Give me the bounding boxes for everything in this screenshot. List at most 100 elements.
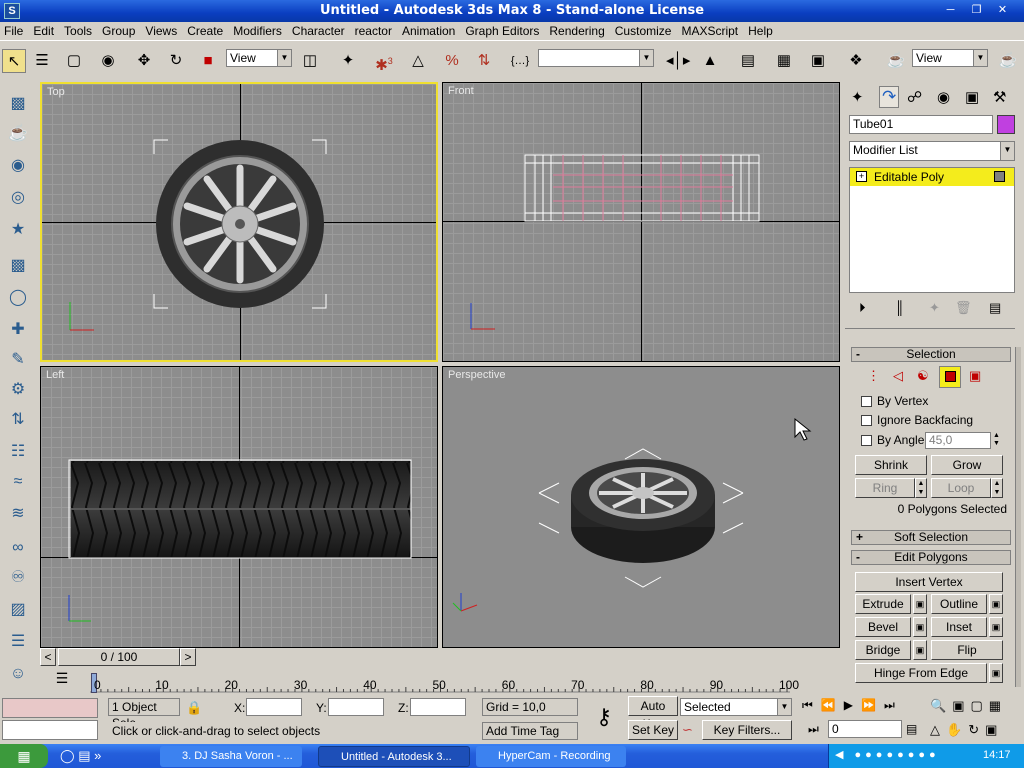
y-coordinate-field[interactable] [328,698,384,716]
edge-icon[interactable]: ◁ [893,368,903,384]
flip-button[interactable]: Flip [931,640,1003,660]
render-type-dropdown[interactable]: View ▼ [912,49,988,67]
key-filters-button[interactable]: Key Filters... [702,720,792,740]
star-icon[interactable]: ★ [6,218,30,242]
polygon-icon[interactable] [939,366,961,388]
window-crossing-icon[interactable]: ◉ [96,49,120,73]
loop-button[interactable]: Loop [931,478,991,498]
zoom-extents-all-icon[interactable]: ▦ [989,698,1007,713]
utilities-tab-icon[interactable]: ⚒ [993,88,1006,106]
x-coordinate-field[interactable] [246,698,302,716]
menu-modifiers[interactable]: Modifiers [233,24,282,38]
task-hypercam[interactable]: HyperCam - Recording [476,746,626,767]
zoom-icon[interactable]: 🔍 [930,698,952,713]
lock-icon[interactable]: 🔒 [186,700,202,716]
zoom-extents-icon[interactable]: ▢ [970,698,988,713]
render-scene-icon[interactable]: ☕ [884,49,908,73]
grow-button[interactable]: Grow [931,455,1003,475]
bevel-button[interactable]: Bevel [855,617,911,637]
sphere-icon[interactable]: ◉ [6,154,30,178]
display-tab-icon[interactable]: ▣ [965,88,979,106]
zoom-all-icon[interactable]: ▣ [952,698,970,713]
shrink-button[interactable]: Shrink [855,455,927,475]
viewport-left[interactable]: Left [40,366,438,648]
extrude-settings-icon[interactable]: ▣ [913,594,927,614]
bridge-settings-icon[interactable]: ▣ [913,640,927,660]
biped-icon[interactable]: ♾ [6,566,30,590]
command-panel-scrollbar[interactable] [1015,347,1021,687]
viewport-top[interactable]: Top [40,82,438,362]
by-angle-field[interactable]: 45,0 [925,432,991,449]
extrude-button[interactable]: Extrude [855,594,911,614]
physique-icon[interactable]: ▨ [6,598,30,622]
edit-named-selection-icon[interactable]: {…} [508,49,532,73]
show-end-result-icon[interactable]: ║ [895,300,904,315]
key-mode-toggle-icon[interactable]: ⏭ [808,722,819,737]
skin-icon[interactable]: ☰ [6,630,30,654]
layer-manager-icon[interactable]: ▤ [736,49,760,73]
menu-reactor[interactable]: reactor [355,24,392,38]
select-by-name-icon[interactable]: ☰ [30,49,54,73]
modifier-list-dropdown[interactable]: Modifier List ▼ [849,141,1015,161]
tray-icons[interactable]: ◀ ●●●●●●●● [835,748,940,761]
menu-group[interactable]: Group [102,24,135,38]
align-icon[interactable]: ▲ [698,49,722,73]
close-button[interactable]: ✕ [992,2,1013,20]
curve-editor-icon[interactable]: ▦ [772,49,796,73]
select-manipulate-icon[interactable]: ✦ [336,49,360,73]
time-config-icon[interactable]: ▤ [906,722,917,736]
select-object-icon[interactable]: ↖ [2,49,26,73]
pin-stack-icon[interactable]: ⏵ [859,300,866,316]
viewport-nav-controls-2[interactable]: △✋↻▣ [930,722,1003,738]
wave-icon[interactable]: ≋ [6,502,30,526]
soft-selection-rollout-header[interactable]: + Soft Selection [851,530,1011,545]
insert-vertex-button[interactable]: Insert Vertex [855,572,1003,592]
edit-polygons-rollout-header[interactable]: - Edit Polygons [851,550,1011,565]
angle-snap-icon[interactable]: △ [406,49,430,73]
vertex-icon[interactable]: ⋮ [867,368,880,384]
menu-create[interactable]: Create [187,24,223,38]
expand-quick-launch-icon[interactable]: » [94,748,101,763]
tangent-icon[interactable]: ∽ [682,722,700,740]
noise-icon[interactable]: ≈ [6,470,30,494]
task-3dsmax[interactable]: Untitled - Autodesk 3... [318,746,470,767]
inset-settings-icon[interactable]: ▣ [989,617,1003,637]
character-icon[interactable]: ☺ [6,662,30,686]
outline-button[interactable]: Outline [931,594,987,614]
play-icon[interactable]: ▶ [844,698,861,712]
object-name-field[interactable]: Tube01 [849,115,993,134]
hinge-settings-icon[interactable]: ▣ [989,663,1003,683]
inset-button[interactable]: Inset [931,617,987,637]
hierarchy-tab-icon[interactable]: ☍ [907,88,922,106]
maxscript-input[interactable] [2,720,98,740]
menu-graph-editors[interactable]: Graph Editors [465,24,539,38]
quick-launch-icons[interactable]: ◯ ▤ » [60,748,101,764]
by-angle-checkbox[interactable] [861,435,872,446]
snap-toggle-icon[interactable]: ✱3 [372,49,396,74]
viewport-perspective[interactable]: Perspective [442,366,840,648]
pivot-center-icon[interactable]: ◫ [298,49,322,73]
minimize-button[interactable]: ─ [940,2,961,20]
menu-customize[interactable]: Customize [615,24,672,38]
key-mode-dropdown[interactable]: Selected ▼ [680,698,792,716]
auto-key-button[interactable]: Auto Key [628,696,678,731]
named-selection-dropdown[interactable]: ▼ [538,49,654,67]
remove-modifier-icon[interactable]: 🗑 [955,300,972,316]
start-button[interactable]: ▦ [0,744,48,768]
modifier-stack[interactable]: + Editable Poly [849,167,1015,293]
maximize-button[interactable]: ❐ [966,2,987,20]
motion-tab-icon[interactable]: ◉ [937,88,950,106]
stack-item-editable-poly[interactable]: + Editable Poly [850,168,1014,186]
menu-tools[interactable]: Tools [64,24,92,38]
checker-icon[interactable]: ▩ [6,254,30,278]
maximize-viewport-icon[interactable]: ▣ [985,722,1003,737]
configure-sets-icon[interactable]: ▤ [989,300,1001,316]
menu-file[interactable]: File [4,24,23,38]
ignore-backfacing-checkbox[interactable] [861,415,872,426]
object-color-swatch[interactable] [997,115,1015,134]
menu-help[interactable]: Help [748,24,773,38]
track-bar[interactable]: ☰ 0 10 20 30 40 50 60 70 80 90 100 [40,668,840,694]
menu-maxscript[interactable]: MAXScript [681,24,738,38]
chevron-right-icon[interactable]: > [180,648,196,666]
menu-views[interactable]: Views [145,24,177,38]
